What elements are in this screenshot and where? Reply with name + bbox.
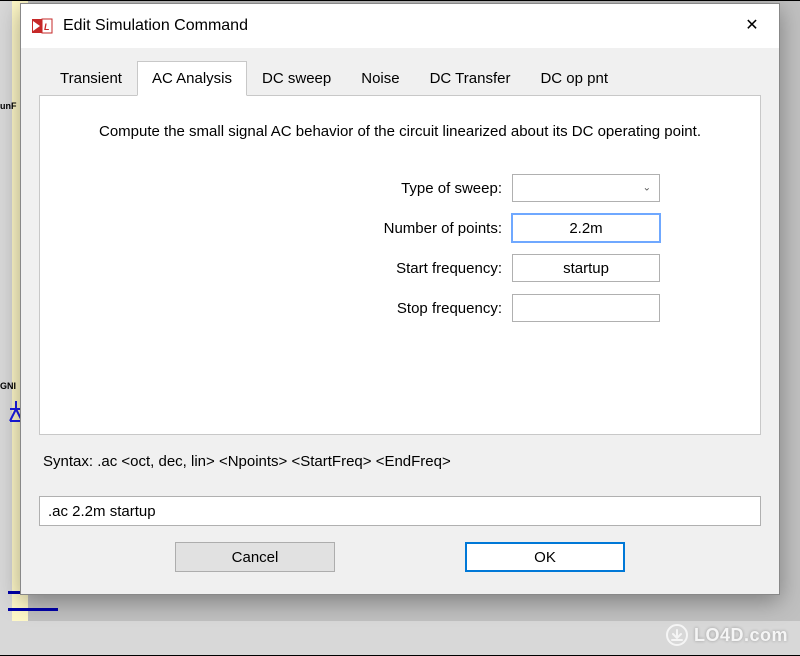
row-type-of-sweep: Type of sweep: ⌄ (140, 174, 660, 202)
panel-description: Compute the small signal AC behavior of … (80, 122, 720, 142)
row-start-frequency: Start frequency: (140, 254, 660, 282)
bg-text: GNI (0, 381, 16, 391)
label-stop-frequency: Stop frequency: (397, 300, 502, 317)
dialog-buttons: Cancel OK (39, 542, 761, 572)
number-of-points-input[interactable] (512, 214, 660, 242)
edit-simulation-dialog: L Edit Simulation Command ✕ Transient AC… (20, 3, 780, 595)
tabstrip: Transient AC Analysis DC sweep Noise DC … (39, 60, 761, 95)
syntax-prefix: Syntax: (43, 453, 97, 470)
download-icon (666, 624, 688, 646)
tab-dc-sweep[interactable]: DC sweep (247, 61, 346, 96)
start-frequency-input[interactable] (512, 254, 660, 282)
command-input[interactable] (39, 496, 761, 526)
form: Type of sweep: ⌄ Number of points: Start… (70, 174, 730, 322)
close-button[interactable]: ✕ (729, 10, 775, 42)
dialog-body: Transient AC Analysis DC sweep Noise DC … (21, 48, 779, 594)
watermark-text: LO4D.com (694, 625, 788, 646)
close-icon: ✕ (745, 18, 758, 34)
dialog-title: Edit Simulation Command (63, 17, 729, 35)
chevron-down-icon: ⌄ (643, 183, 651, 194)
label-start-frequency: Start frequency: (396, 260, 502, 277)
wire-icon (8, 608, 58, 611)
label-number-of-points: Number of points: (384, 220, 502, 237)
app-icon: L (31, 15, 53, 37)
syntax-text: .ac <oct, dec, lin> <Npoints> <StartFreq… (97, 453, 451, 470)
titlebar: L Edit Simulation Command ✕ (21, 4, 779, 48)
svg-text:L: L (44, 22, 50, 32)
syntax-hint: Syntax: .ac <oct, dec, lin> <Npoints> <S… (43, 453, 757, 470)
row-stop-frequency: Stop frequency: (140, 294, 660, 322)
tab-dc-op-pnt[interactable]: DC op pnt (525, 61, 623, 96)
tab-ac-analysis[interactable]: AC Analysis (137, 61, 247, 96)
cancel-button[interactable]: Cancel (175, 542, 335, 572)
ok-button[interactable]: OK (465, 542, 625, 572)
row-number-of-points: Number of points: (140, 214, 660, 242)
type-of-sweep-combobox[interactable]: ⌄ (512, 174, 660, 202)
tab-dc-transfer[interactable]: DC Transfer (415, 61, 526, 96)
label-type-of-sweep: Type of sweep: (401, 180, 502, 197)
stop-frequency-input[interactable] (512, 294, 660, 322)
bg-text: unF (0, 101, 17, 111)
watermark: LO4D.com (666, 624, 788, 646)
ac-analysis-panel: Compute the small signal AC behavior of … (39, 95, 761, 435)
tab-noise[interactable]: Noise (346, 61, 414, 96)
tab-transient[interactable]: Transient (45, 61, 137, 96)
